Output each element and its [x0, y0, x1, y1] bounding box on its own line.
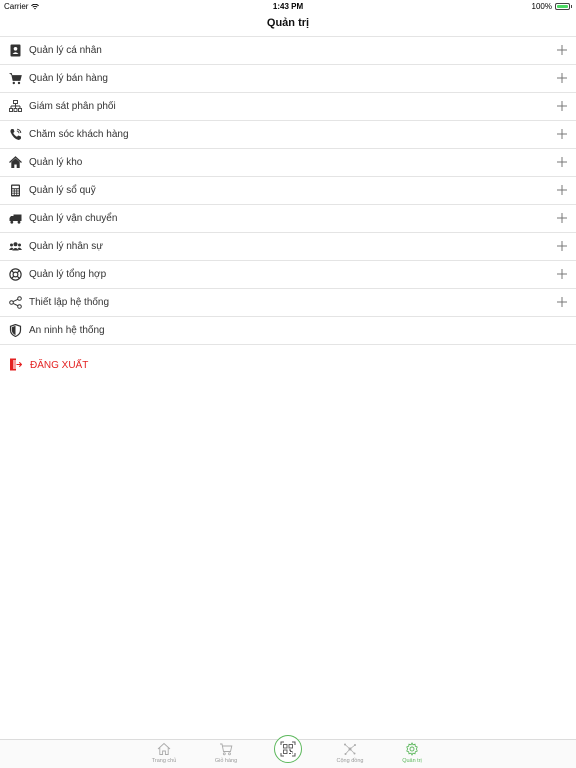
plus-icon[interactable]: [557, 213, 567, 223]
tab-admin[interactable]: Quản trị: [392, 742, 432, 764]
network-icon: [344, 743, 356, 755]
admin-menu: Quản lý cá nhân Quản lý bán hàng Giám sá…: [0, 37, 576, 345]
share-nodes-icon: [9, 296, 22, 309]
nav-bar: Quản trị: [0, 13, 576, 37]
menu-item-sales[interactable]: Quản lý bán hàng: [0, 65, 576, 93]
home-icon: [9, 156, 22, 169]
menu-item-label: Quản lý bán hàng: [29, 73, 108, 84]
menu-item-label: Giám sát phân phối: [29, 101, 116, 112]
tab-cart[interactable]: Giỏ hàng: [206, 742, 246, 764]
plus-icon[interactable]: [557, 45, 567, 55]
menu-item-label: Quản lý vận chuyển: [29, 213, 118, 224]
plus-icon[interactable]: [557, 73, 567, 83]
menu-item-label: Quản lý cá nhân: [29, 45, 102, 56]
clock: 1:43 PM: [272, 2, 304, 11]
menu-item-personal[interactable]: Quản lý cá nhân: [0, 37, 576, 65]
menu-item-label: Quản lý nhân sự: [29, 241, 103, 252]
plus-icon[interactable]: [557, 269, 567, 279]
status-bar: Carrier 1:43 PM 100%: [0, 0, 576, 13]
menu-item-label: An ninh hệ thống: [29, 325, 105, 336]
battery-percent: 100%: [531, 2, 552, 11]
menu-item-distribution[interactable]: Giám sát phân phối: [0, 93, 576, 121]
menu-item-system-settings[interactable]: Thiết lập hệ thống: [0, 289, 576, 317]
menu-item-hr[interactable]: Quản lý nhân sự: [0, 233, 576, 261]
menu-item-customer-care[interactable]: Chăm sóc khách hàng: [0, 121, 576, 149]
life-ring-icon: [9, 268, 22, 281]
users-icon: [9, 240, 22, 253]
menu-item-cashbook[interactable]: Quản lý sổ quỹ: [0, 177, 576, 205]
plus-icon[interactable]: [557, 129, 567, 139]
menu-item-general[interactable]: Quản lý tổng hợp: [0, 261, 576, 289]
home-outline-icon: [157, 742, 171, 755]
menu-item-security[interactable]: An ninh hệ thống: [0, 317, 576, 345]
plus-icon[interactable]: [557, 241, 567, 251]
menu-item-label: Quản lý tổng hợp: [29, 269, 107, 280]
plus-icon[interactable]: [557, 157, 567, 167]
tab-home[interactable]: Trang chủ: [144, 742, 184, 764]
tab-label: Quản trị: [402, 758, 422, 764]
tab-community[interactable]: Cộng đồng: [330, 742, 370, 764]
menu-item-shipping[interactable]: Quản lý vận chuyển: [0, 205, 576, 233]
gear-icon: [406, 742, 418, 756]
logout-label: ĐĂNG XUẤT: [30, 360, 89, 371]
qr-scan-icon: [280, 741, 296, 757]
menu-item-label: Quản lý kho: [29, 157, 83, 168]
contact-book-icon: [9, 44, 22, 57]
tab-bar: Trang chủ Giỏ hàng Cộng đồng Quản trị: [0, 735, 576, 768]
menu-item-label: Quản lý sổ quỹ: [29, 185, 96, 196]
logout-button[interactable]: ĐĂNG XUẤT: [0, 354, 576, 376]
menu-item-warehouse[interactable]: Quản lý kho: [0, 149, 576, 177]
cart-outline-icon: [220, 743, 233, 756]
sitemap-icon: [9, 100, 22, 113]
battery-tip: [571, 5, 572, 8]
tab-label: Cộng đồng: [336, 758, 364, 764]
shield-icon: [9, 324, 22, 337]
menu-item-label: Thiết lập hệ thống: [29, 297, 110, 308]
battery-icon: [555, 3, 570, 10]
tab-label: Giỏ hàng: [214, 758, 238, 764]
logout-door-icon: [9, 358, 23, 371]
plus-icon[interactable]: [557, 101, 567, 111]
scan-button[interactable]: [274, 735, 302, 763]
plus-icon[interactable]: [557, 185, 567, 195]
tab-label: Trang chủ: [151, 758, 177, 764]
page-title: Quản trị: [266, 17, 310, 29]
battery-group: 100%: [532, 2, 572, 11]
truck-icon: [9, 212, 22, 225]
phone-icon: [9, 128, 22, 141]
cart-icon: [9, 72, 22, 85]
calculator-icon: [9, 184, 22, 197]
plus-icon[interactable]: [557, 297, 567, 307]
menu-item-label: Chăm sóc khách hàng: [29, 129, 129, 140]
